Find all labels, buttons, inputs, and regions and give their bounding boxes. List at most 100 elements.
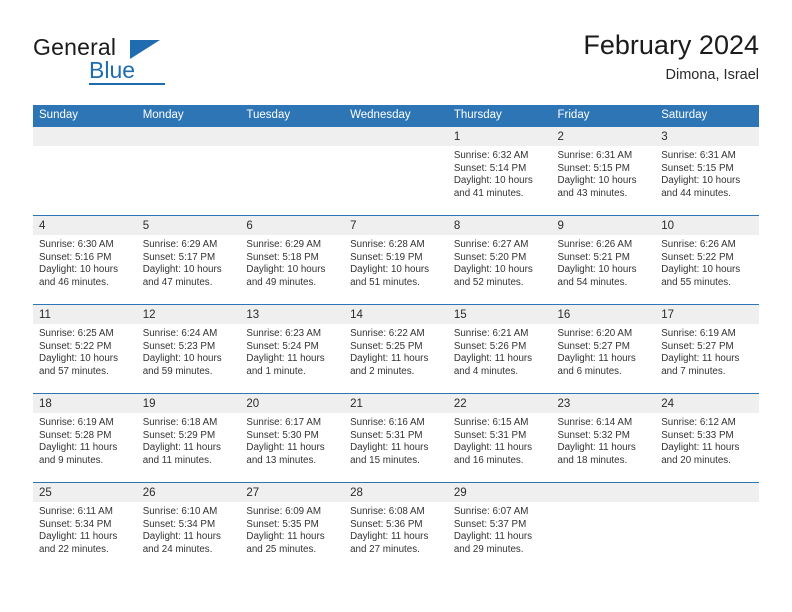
- day-details: Sunrise: 6:26 AM Sunset: 5:22 PM Daylight:…: [655, 235, 759, 289]
- sunset-text: Sunset: 5:14 PM: [453, 162, 527, 174]
- calendar-day-cell[interactable]: 7 Sunrise: 6:28 AM Sunset: 5:19 PM Daylight…: [344, 215, 448, 305]
- calendar-day-cell[interactable]: 17 Sunrise: 6:19 AM Sunset: 5:27 PM Dayligh…: [655, 304, 759, 394]
- day-number: 18: [33, 394, 137, 413]
- calendar-day-cell[interactable]: 26 Sunrise: 6:10 AM Sunset: 5:34 PM Dayligh…: [136, 482, 241, 572]
- sunrise-text: Sunrise: 6:21 AM: [453, 328, 529, 339]
- sunset-text: Sunset: 5:28 PM: [39, 429, 112, 441]
- calendar-week-row: 4 Sunrise: 6:30 AM Sunset: 5:16 PM Daylight…: [33, 215, 759, 305]
- calendar-day-cell[interactable]: 22 Sunrise: 6:15 AM Sunset: 5:31 PM Dayligh…: [447, 393, 552, 483]
- day-number: 21: [344, 394, 448, 413]
- calendar-day-cell[interactable]: 25 Sunrise: 6:11 AM Sunset: 5:34 PM Dayligh…: [33, 482, 137, 572]
- sunrise-text: Sunrise: 6:14 AM: [557, 417, 633, 428]
- location-subtitle: Dimona, Israel: [665, 67, 759, 83]
- daylight-text-line1: Daylight: 10 hours: [557, 264, 637, 276]
- sunrise-text: Sunrise: 6:25 AM: [39, 328, 114, 339]
- calendar-day-cell[interactable]: 12 Sunrise: 6:24 AM Sunset: 5:23 PM Dayligh…: [136, 304, 241, 394]
- sunrise-text: Sunrise: 6:27 AM: [453, 239, 529, 250]
- sunrise-text: Sunrise: 6:26 AM: [661, 239, 736, 250]
- daylight-text-line1: Daylight: 11 hours: [142, 442, 221, 454]
- general-blue-logo[interactable]: General Blue: [33, 34, 253, 92]
- day-details: Sunrise: 6:26 AM Sunset: 5:21 PM Daylight:…: [552, 235, 656, 289]
- sunset-text: Sunset: 5:17 PM: [142, 251, 216, 263]
- daylight-text-line2: and 43 minutes.: [557, 187, 628, 199]
- calendar-day-cell[interactable]: 29 Sunrise: 6:07 AM Sunset: 5:37 PM Dayligh…: [447, 482, 552, 572]
- calendar-day-cell[interactable]: 14 Sunrise: 6:22 AM Sunset: 5:25 PM Dayligh…: [344, 304, 448, 394]
- calendar-day-cell[interactable]: 15 Sunrise: 6:21 AM Sunset: 5:26 PM Dayligh…: [447, 304, 552, 394]
- day-number: 4: [33, 216, 137, 235]
- calendar-week-row: 1 Sunrise: 6:32 AM Sunset: 5:14 PM Daylight…: [33, 126, 759, 216]
- calendar-day-cell[interactable]: 20 Sunrise: 6:17 AM Sunset: 5:30 PM Dayligh…: [240, 393, 345, 483]
- calendar-grid: Sunday Monday Tuesday Wednesday Thursday…: [33, 105, 759, 572]
- day-details: Sunrise: 6:08 AM Sunset: 5:36 PM Daylight:…: [344, 502, 448, 556]
- weekday-header-sunday: Sunday: [33, 105, 137, 127]
- sunrise-text: Sunrise: 6:23 AM: [246, 328, 322, 339]
- calendar-day-cell[interactable]: 3 Sunrise: 6:31 AM Sunset: 5:15 PM Daylight…: [655, 126, 759, 216]
- daylight-text-line1: Daylight: 11 hours: [557, 442, 636, 454]
- sunrise-text: Sunrise: 6:29 AM: [142, 239, 218, 250]
- sunrise-text: Sunrise: 6:12 AM: [661, 417, 736, 428]
- daylight-text-line1: Daylight: 11 hours: [246, 442, 325, 454]
- day-number: 11: [33, 305, 137, 324]
- daylight-text-line1: Daylight: 11 hours: [661, 442, 740, 454]
- day-number: [136, 127, 241, 146]
- day-details: Sunrise: 6:27 AM Sunset: 5:20 PM Daylight:…: [448, 235, 552, 289]
- calendar-day-cell[interactable]: 19 Sunrise: 6:18 AM Sunset: 5:29 PM Dayligh…: [136, 393, 241, 483]
- sunset-text: Sunset: 5:35 PM: [246, 518, 319, 530]
- sunrise-text: Sunrise: 6:29 AM: [246, 239, 322, 250]
- calendar-day-cell[interactable]: 23 Sunrise: 6:14 AM Sunset: 5:32 PM Dayligh…: [551, 393, 656, 483]
- day-number: 26: [136, 483, 241, 502]
- day-number: 2: [551, 127, 656, 146]
- calendar-day-cell[interactable]: 13 Sunrise: 6:23 AM Sunset: 5:24 PM Dayligh…: [240, 304, 345, 394]
- daylight-text-line2: and 6 minutes.: [557, 365, 622, 377]
- calendar-day-cell[interactable]: 28 Sunrise: 6:08 AM Sunset: 5:36 PM Dayligh…: [344, 482, 448, 572]
- daylight-text-line2: and 18 minutes.: [557, 454, 628, 466]
- daylight-text-line1: Daylight: 11 hours: [246, 353, 325, 365]
- sunrise-text: Sunrise: 6:18 AM: [142, 417, 218, 428]
- calendar-day-cell[interactable]: 9 Sunrise: 6:26 AM Sunset: 5:21 PM Daylight…: [551, 215, 656, 305]
- sunset-text: Sunset: 5:37 PM: [453, 518, 527, 530]
- daylight-text-line2: and 29 minutes.: [453, 543, 524, 555]
- calendar-day-cell[interactable]: 2 Sunrise: 6:31 AM Sunset: 5:15 PM Daylight…: [551, 126, 656, 216]
- sunrise-text: Sunrise: 6:32 AM: [453, 150, 529, 161]
- daylight-text-line1: Daylight: 11 hours: [661, 353, 740, 365]
- calendar-day-cell[interactable]: 24 Sunrise: 6:12 AM Sunset: 5:33 PM Dayligh…: [655, 393, 759, 483]
- calendar-day-cell[interactable]: 16 Sunrise: 6:20 AM Sunset: 5:27 PM Dayligh…: [551, 304, 656, 394]
- daylight-text-line2: and 55 minutes.: [661, 276, 731, 288]
- day-details: Sunrise: 6:31 AM Sunset: 5:15 PM Daylight:…: [655, 146, 759, 200]
- calendar-day-cell[interactable]: 1 Sunrise: 6:32 AM Sunset: 5:14 PM Daylight…: [447, 126, 552, 216]
- daylight-text-line1: Daylight: 10 hours: [557, 175, 637, 187]
- sunset-text: Sunset: 5:33 PM: [661, 429, 734, 441]
- day-number: 24: [655, 394, 759, 413]
- calendar-day-cell[interactable]: 10 Sunrise: 6:26 AM Sunset: 5:22 PM Dayligh…: [655, 215, 759, 305]
- calendar-day-cell[interactable]: 8 Sunrise: 6:27 AM Sunset: 5:20 PM Daylight…: [447, 215, 552, 305]
- calendar-day-cell[interactable]: 4 Sunrise: 6:30 AM Sunset: 5:16 PM Daylight…: [33, 215, 137, 305]
- sunrise-text: Sunrise: 6:10 AM: [142, 506, 218, 517]
- daylight-text-line1: Daylight: 11 hours: [142, 531, 221, 543]
- calendar-day-cell[interactable]: 11 Sunrise: 6:25 AM Sunset: 5:22 PM Dayligh…: [33, 304, 137, 394]
- day-number: 12: [136, 305, 241, 324]
- calendar-day-cell[interactable]: 5 Sunrise: 6:29 AM Sunset: 5:17 PM Daylight…: [136, 215, 241, 305]
- daylight-text-line2: and 51 minutes.: [350, 276, 420, 288]
- day-details: Sunrise: 6:28 AM Sunset: 5:19 PM Daylight:…: [344, 235, 448, 289]
- calendar-day-cell[interactable]: 21 Sunrise: 6:16 AM Sunset: 5:31 PM Dayligh…: [344, 393, 448, 483]
- day-number: 17: [655, 305, 759, 324]
- weekday-header-monday: Monday: [136, 105, 241, 127]
- day-number: [655, 483, 759, 502]
- sunset-text: Sunset: 5:34 PM: [142, 518, 216, 530]
- daylight-text-line2: and 1 minute.: [246, 365, 306, 377]
- calendar-day-cell[interactable]: 6 Sunrise: 6:29 AM Sunset: 5:18 PM Daylight…: [240, 215, 345, 305]
- day-details: Sunrise: 6:31 AM Sunset: 5:15 PM Daylight:…: [552, 146, 656, 200]
- daylight-text-line2: and 2 minutes.: [350, 365, 415, 377]
- calendar-day-cell[interactable]: 27 Sunrise: 6:09 AM Sunset: 5:35 PM Dayligh…: [240, 482, 345, 572]
- weekday-header-wednesday: Wednesday: [344, 105, 448, 127]
- daylight-text-line2: and 49 minutes.: [246, 276, 317, 288]
- daylight-text-line1: Daylight: 11 hours: [350, 531, 429, 543]
- sunrise-text: Sunrise: 6:08 AM: [350, 506, 425, 517]
- daylight-text-line2: and 52 minutes.: [453, 276, 524, 288]
- calendar-week-row: 25 Sunrise: 6:11 AM Sunset: 5:34 PM Dayligh…: [33, 482, 759, 572]
- calendar-day-cell[interactable]: 18 Sunrise: 6:19 AM Sunset: 5:28 PM Dayligh…: [33, 393, 137, 483]
- sunrise-text: Sunrise: 6:20 AM: [557, 328, 633, 339]
- sunset-text: Sunset: 5:32 PM: [557, 429, 630, 441]
- sunrise-text: Sunrise: 6:15 AM: [453, 417, 529, 428]
- daylight-text-line1: Daylight: 10 hours: [453, 175, 533, 187]
